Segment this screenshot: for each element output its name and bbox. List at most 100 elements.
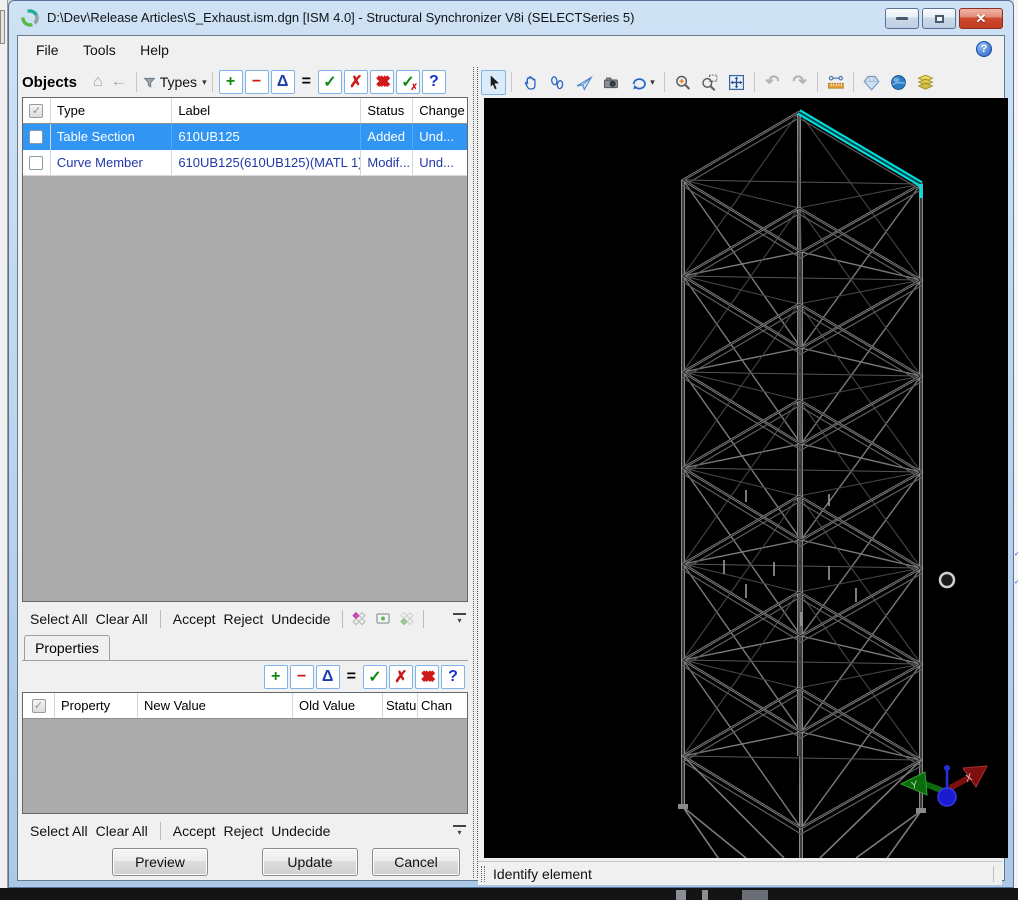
rotate-view-tool-icon[interactable]: ▾ (625, 70, 659, 95)
preview-button[interactable]: Preview (112, 848, 208, 876)
col-prop-status[interactable]: Statu (383, 693, 418, 718)
table-row[interactable]: Table Section 610UB125 Added Und... (23, 124, 467, 150)
reject-link[interactable]: Reject (224, 611, 264, 627)
globe-icon[interactable] (886, 70, 911, 95)
fit-view-tool-icon[interactable] (724, 70, 749, 95)
col-type[interactable]: Type (51, 98, 172, 123)
cancel-button[interactable]: Cancel (372, 848, 460, 876)
col-label[interactable]: Label (172, 98, 361, 123)
col-change[interactable]: Change (413, 98, 467, 123)
viewport-3d[interactable]: Y X (484, 98, 1008, 858)
prop-undecide-link[interactable]: Undecide (271, 823, 330, 839)
accept-link[interactable]: Accept (173, 611, 216, 627)
view-toolbar: ▾ ↶ ↷ (480, 67, 1002, 97)
highlighted-member[interactable] (799, 112, 921, 198)
walk-tool-icon[interactable] (544, 70, 569, 95)
prop-equals-label: = (347, 668, 356, 686)
col-old-value[interactable]: Old Value (293, 693, 383, 718)
back-icon[interactable]: ← (111, 73, 127, 91)
camera-tool-icon[interactable] (598, 70, 623, 95)
close-button[interactable]: ✕ (959, 8, 1003, 29)
col-new-value[interactable]: New Value (138, 693, 293, 718)
show-accepted-filter-icon[interactable] (397, 610, 417, 628)
reject-all-button[interactable]: ✖ (370, 70, 394, 94)
menu-file[interactable]: File (26, 36, 69, 58)
row-checkbox[interactable] (29, 156, 43, 170)
filter-icon[interactable] (142, 75, 157, 90)
col-prop-change[interactable]: Chan (418, 693, 467, 718)
prop-accept-button[interactable]: ✓ (363, 665, 387, 689)
prop-delta-button[interactable]: Δ (316, 665, 340, 689)
col-status[interactable]: Status (361, 98, 413, 123)
measure-tool-icon[interactable] (823, 70, 848, 95)
prop-reject-link[interactable]: Reject (224, 823, 264, 839)
redo-view-icon[interactable]: ↷ (787, 70, 812, 95)
accept-reject-mixed-button[interactable]: ✓✗ (396, 70, 420, 94)
add-filter-button[interactable]: + (219, 70, 243, 94)
toolbar-overflow-icon[interactable]: ▾ (453, 613, 466, 625)
home-icon[interactable]: ⌂ (93, 73, 103, 91)
objects-table: ✓ Type Label Status Change Table Section… (22, 97, 468, 602)
zoom-tool-icon[interactable] (670, 70, 695, 95)
select-all-checkbox[interactable]: ✓ (29, 104, 43, 118)
update-button[interactable]: Update (262, 848, 358, 876)
undecide-question-button[interactable]: ? (422, 70, 446, 94)
objects-panel-title: Objects (22, 74, 77, 91)
minimize-button[interactable] (885, 8, 919, 29)
prop-clear-all-link[interactable]: Clear All (96, 823, 148, 839)
prop-select-all-link[interactable]: Select All (30, 823, 88, 839)
row-checkbox[interactable] (29, 130, 43, 144)
menu-tools[interactable]: Tools (73, 36, 126, 58)
equals-label: = (302, 73, 311, 91)
statusbar-grip (481, 866, 485, 882)
client-area: File Tools Help ? Objects ⌂ ← Types ▾ + … (17, 35, 1005, 881)
prop-reject-all-button[interactable]: ✖ (415, 665, 439, 689)
desktop: ✓ ✓ D:\Dev\Release Articles\S_Exhaust.ism… (0, 0, 1018, 900)
panel-splitter[interactable] (473, 67, 478, 878)
viewport-3d-model: Y X (484, 98, 1008, 858)
table-row[interactable]: Curve Member 610UB125(610UB125)(MATL 1) … (23, 150, 467, 176)
reject-button[interactable]: ✗ (344, 70, 368, 94)
objects-table-header: ✓ Type Label Status Change (23, 98, 467, 124)
prop-help-button[interactable]: ? (441, 665, 465, 689)
pan-tool-icon[interactable] (517, 70, 542, 95)
select-all-link[interactable]: Select All (30, 611, 88, 627)
prop-toolbar-overflow-icon[interactable]: ▾ (453, 825, 466, 837)
titlebar[interactable]: D:\Dev\Release Articles\S_Exhaust.ism.dg… (9, 1, 1013, 35)
zoom-window-tool-icon[interactable] (697, 70, 722, 95)
types-dropdown-arrow-icon[interactable]: ▾ (202, 77, 207, 88)
remove-filter-button[interactable]: − (245, 70, 269, 94)
objects-toolbar: Objects ⌂ ← Types ▾ + − Δ = ✓ ✗ ✖ ✓✗ ? (22, 67, 468, 97)
preview-pane-icon[interactable] (373, 610, 393, 628)
menu-bar: File Tools Help ? (18, 36, 1004, 64)
prop-accept-link[interactable]: Accept (173, 823, 216, 839)
prop-remove-button[interactable]: − (290, 665, 314, 689)
layers-icon[interactable] (913, 70, 938, 95)
taskbar-strip (0, 888, 1018, 900)
background-window-edge (0, 0, 8, 888)
render-mode-icon[interactable] (859, 70, 884, 95)
menu-help[interactable]: Help (130, 36, 179, 58)
fly-tool-icon[interactable] (571, 70, 596, 95)
prop-add-button[interactable]: + (264, 665, 288, 689)
col-property[interactable]: Property (55, 693, 138, 718)
prop-select-all-checkbox[interactable]: ✓ (32, 699, 46, 713)
accept-all-button[interactable]: ✓ (318, 70, 342, 94)
tab-properties[interactable]: Properties (24, 635, 110, 660)
delta-filter-button[interactable]: Δ (271, 70, 295, 94)
show-rejected-filter-icon[interactable] (349, 610, 369, 628)
select-tool-icon[interactable] (481, 70, 506, 95)
objects-action-bar: Select All Clear All Accept Reject Undec… (22, 604, 468, 634)
undecide-link[interactable]: Undecide (271, 611, 330, 627)
status-text: Identify element (493, 866, 592, 882)
properties-tab-strip: Properties (22, 635, 468, 661)
axis-triad: Y X (901, 765, 987, 806)
types-dropdown[interactable]: Types (160, 74, 197, 90)
properties-table-header: ✓ Property New Value Old Value Statu Cha… (23, 693, 467, 719)
clear-all-link[interactable]: Clear All (96, 611, 148, 627)
undo-view-icon[interactable]: ↶ (760, 70, 785, 95)
help-icon[interactable]: ? (976, 41, 992, 57)
maximize-button[interactable] (922, 8, 956, 29)
prop-reject-button[interactable]: ✗ (389, 665, 413, 689)
properties-table: ✓ Property New Value Old Value Statu Cha… (22, 692, 468, 814)
